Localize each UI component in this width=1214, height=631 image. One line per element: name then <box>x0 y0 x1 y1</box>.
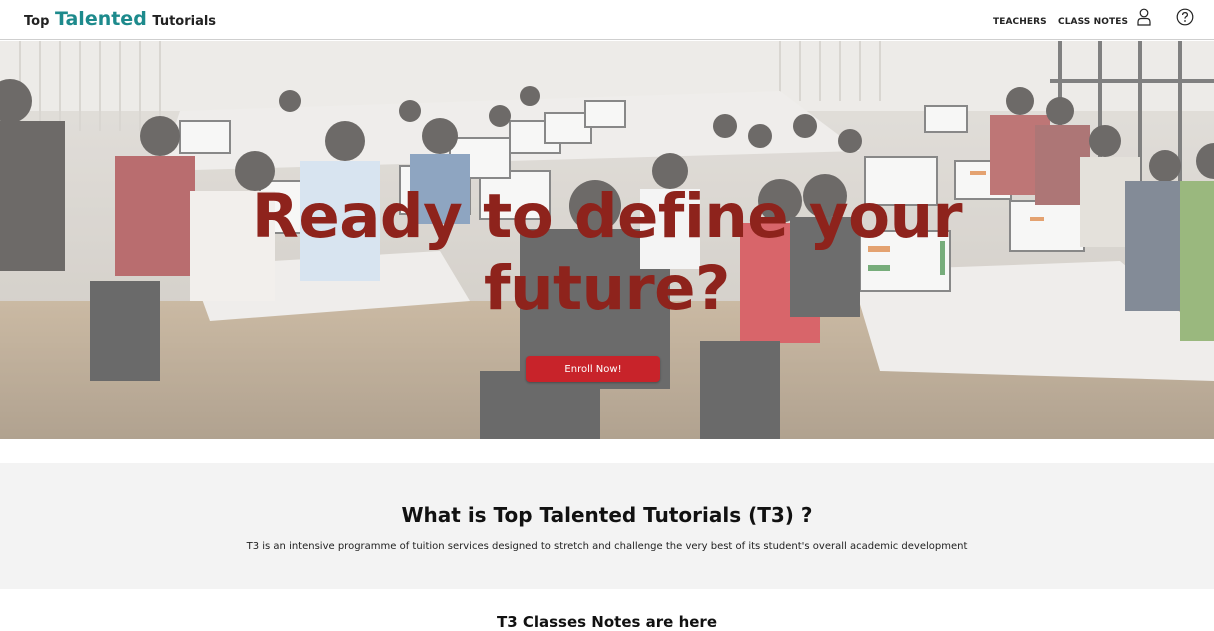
brand-highlight: Talented <box>54 8 147 30</box>
nav-class-notes-link[interactable]: CLASS NOTES <box>1058 17 1128 27</box>
nav-teachers-link[interactable]: TEACHERS <box>993 17 1047 27</box>
enroll-now-button[interactable]: Enroll Now! <box>526 356 660 382</box>
brand-prefix: Top <box>24 14 50 29</box>
hero-headline: Ready to define your future? <box>157 181 1057 325</box>
top-navbar: Top Talented Tutorials TEACHERS CLASS NO… <box>0 0 1214 40</box>
about-section: What is Top Talented Tutorials (T3) ? T3… <box>0 463 1214 589</box>
hero-headline-line1: Ready to define your <box>251 181 963 252</box>
hero-headline-line2: future? <box>484 253 730 324</box>
help-icon[interactable] <box>1176 8 1194 26</box>
about-description: T3 is an intensive programme of tuition … <box>246 541 968 552</box>
class-notes-heading: T3 Classes Notes are here <box>496 613 718 631</box>
hero-banner: Ready to define your future? Enroll Now! <box>0 41 1214 439</box>
about-title: What is Top Talented Tutorials (T3) ? <box>401 503 813 527</box>
brand-suffix: Tutorials <box>152 14 217 29</box>
brand-logo[interactable]: Top Talented Tutorials <box>24 8 216 30</box>
user-icon[interactable] <box>1137 8 1151 26</box>
